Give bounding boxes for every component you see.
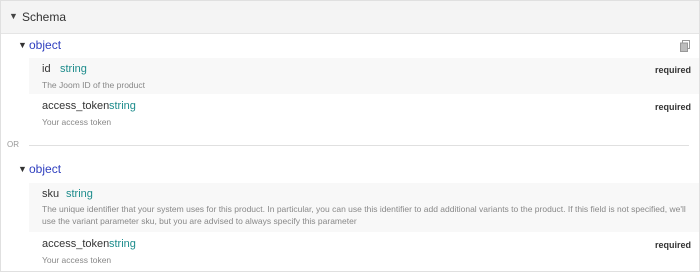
property-name: sku bbox=[42, 188, 60, 200]
caret-down-icon[interactable]: ▼ bbox=[18, 164, 27, 174]
schema-header[interactable]: ▼ Schema bbox=[1, 1, 699, 34]
required-badge: required bbox=[654, 65, 691, 75]
property-row: access_token string required Your access… bbox=[29, 95, 699, 132]
or-label: OR bbox=[7, 140, 19, 149]
schema-title: Schema bbox=[22, 10, 67, 24]
caret-down-icon[interactable]: ▼ bbox=[18, 40, 27, 50]
object-type-label[interactable]: object bbox=[29, 162, 61, 176]
schema-panel: ▼ Schema ▼ object id string required The… bbox=[0, 0, 700, 272]
property-description: Your access token bbox=[42, 117, 112, 127]
copy-icon[interactable] bbox=[679, 40, 691, 52]
property-type: string bbox=[109, 100, 136, 112]
object-type-label[interactable]: object bbox=[29, 38, 61, 52]
required-badge: required bbox=[654, 240, 691, 250]
required-badge: required bbox=[654, 102, 691, 112]
property-description: Your access token bbox=[42, 255, 112, 265]
property-name: access_token bbox=[42, 100, 110, 112]
property-description: The Joom ID of the product bbox=[42, 80, 145, 90]
object-header[interactable]: ▼ object bbox=[1, 35, 699, 57]
caret-down-icon[interactable]: ▼ bbox=[9, 11, 18, 21]
property-name: access_token bbox=[42, 238, 110, 250]
or-separator: OR bbox=[1, 137, 699, 153]
property-type: string bbox=[109, 238, 136, 250]
property-description: The unique identifier that your system u… bbox=[42, 204, 686, 226]
property-row: access_token string required Your access… bbox=[29, 233, 699, 270]
property-type: string bbox=[60, 63, 87, 75]
property-row: id string required The Joom ID of the pr… bbox=[29, 58, 699, 95]
object-header[interactable]: ▼ object bbox=[1, 159, 699, 181]
property-type: string bbox=[66, 188, 93, 200]
separator-line bbox=[29, 145, 689, 146]
property-row: sku string The unique identifier that yo… bbox=[29, 183, 699, 233]
property-name: id bbox=[42, 63, 51, 75]
